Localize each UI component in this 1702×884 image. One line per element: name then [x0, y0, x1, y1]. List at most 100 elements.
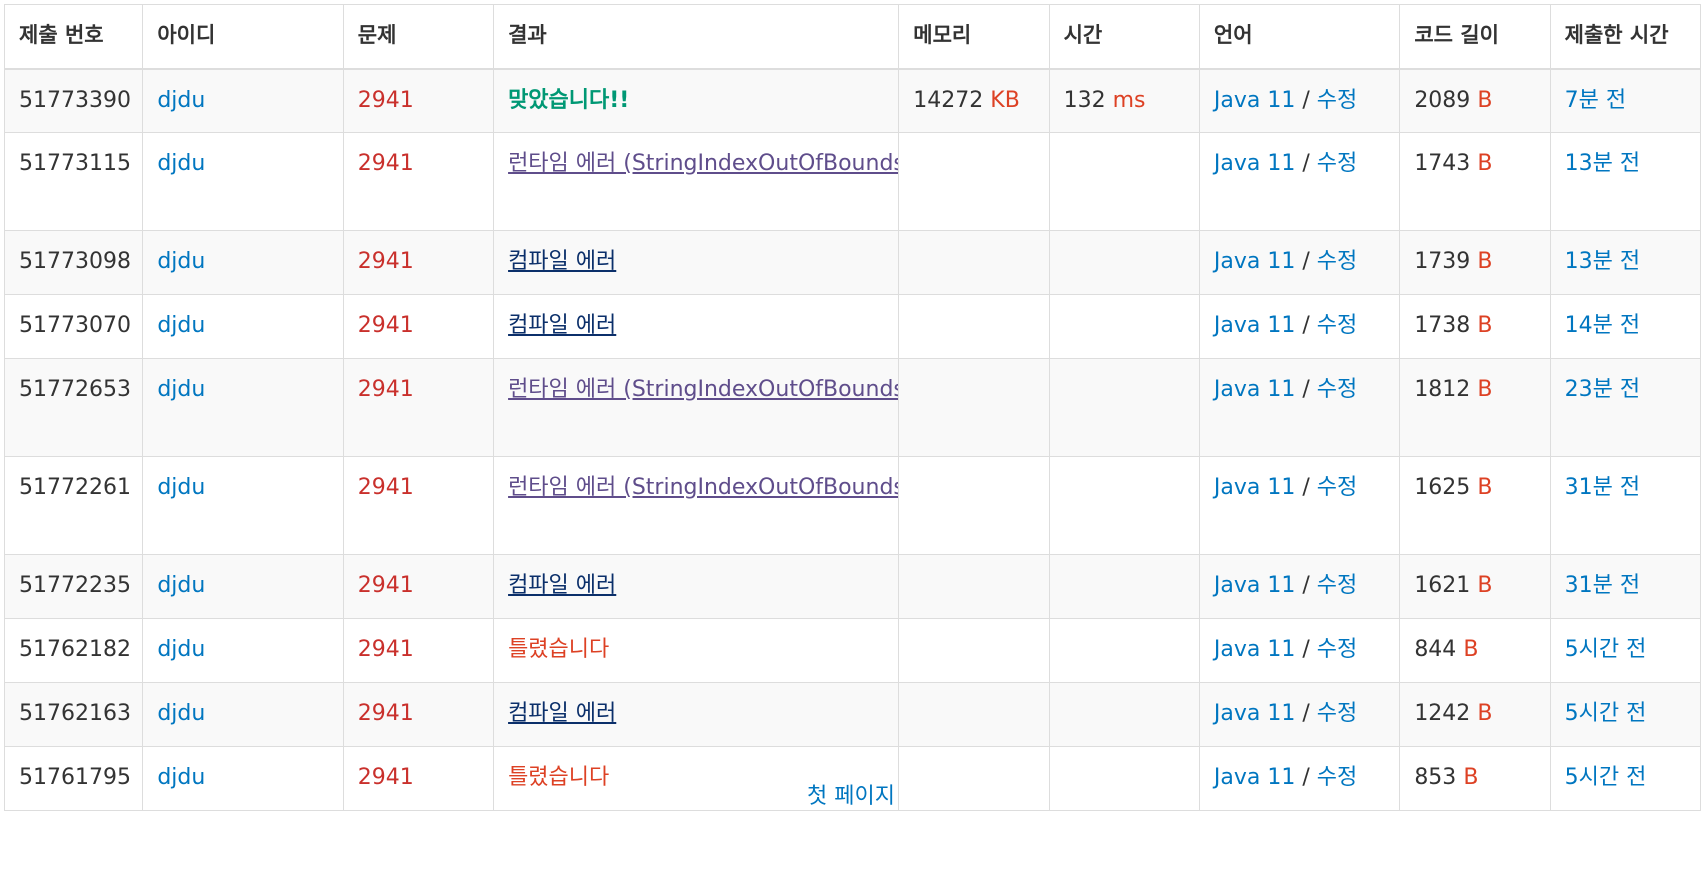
result-text[interactable]: 런타임 에러 (StringIndexOutOfBounds): [508, 151, 898, 176]
language-cell: Java 11 / 수정: [1198, 294, 1401, 359]
problem-cell: 2941: [342, 68, 495, 133]
submitted-time-link[interactable]: 13분 전: [1565, 249, 1640, 274]
result-cell: 런타임 에러 (StringIndexOutOfBounds): [493, 132, 900, 231]
language-cell: Java 11 / 수정: [1198, 456, 1401, 555]
result-text[interactable]: 런타임 에러 (StringIndexOutOfBounds): [508, 377, 898, 402]
problem-cell: 2941: [342, 230, 495, 295]
user-id-cell: djdu: [142, 554, 344, 619]
result-cell: 맞았습니다!!: [493, 68, 900, 133]
memory-unit: KB: [990, 87, 1020, 113]
submission-id-cell: 51773098: [3, 230, 144, 295]
first-page-link[interactable]: 첫 페이지: [807, 784, 895, 809]
language-link[interactable]: Java 11: [1214, 701, 1295, 726]
user-link[interactable]: djdu: [157, 377, 205, 402]
language-separator: /: [1302, 701, 1310, 726]
submission-id: 51772235: [19, 573, 131, 598]
code-length-unit: B: [1477, 151, 1493, 176]
result-text[interactable]: 런타임 에러 (StringIndexOutOfBounds): [508, 475, 898, 500]
language-separator: /: [1302, 151, 1310, 176]
problem-link[interactable]: 2941: [358, 475, 414, 500]
user-id-cell: djdu: [142, 132, 344, 231]
user-link[interactable]: djdu: [157, 573, 205, 598]
submitted-time-link[interactable]: 31분 전: [1565, 573, 1640, 598]
code-length-unit: B: [1477, 249, 1493, 274]
submitted-time-link[interactable]: 7분 전: [1565, 88, 1626, 113]
memory-cell: [898, 294, 1050, 359]
language-separator: /: [1302, 87, 1310, 113]
problem-link[interactable]: 2941: [358, 637, 414, 662]
edit-link[interactable]: 수정: [1317, 573, 1357, 598]
submitted-time-link[interactable]: 13분 전: [1565, 151, 1640, 176]
edit-link[interactable]: 수정: [1317, 377, 1357, 402]
problem-link[interactable]: 2941: [358, 88, 414, 113]
language-link[interactable]: Java 11: [1214, 573, 1295, 598]
language-link[interactable]: Java 11: [1214, 249, 1295, 274]
user-link[interactable]: djdu: [157, 88, 205, 113]
submitted-time-cell: 13분 전: [1549, 230, 1702, 295]
submitted-time-link[interactable]: 31분 전: [1565, 475, 1640, 500]
problem-link[interactable]: 2941: [358, 313, 414, 338]
memory-value: 14272: [913, 87, 984, 113]
submission-id: 51773115: [19, 151, 131, 176]
user-link[interactable]: djdu: [157, 313, 205, 338]
submission-id-cell: 51772653: [3, 358, 144, 457]
language-separator: /: [1302, 313, 1310, 338]
user-link[interactable]: djdu: [157, 475, 205, 500]
time-unit: ms: [1112, 87, 1146, 113]
submitted-time-link[interactable]: 5시간 전: [1565, 637, 1647, 662]
code-length-value: 1743: [1414, 151, 1471, 176]
language-link[interactable]: Java 11: [1214, 637, 1295, 662]
language-link[interactable]: Java 11: [1214, 377, 1295, 402]
edit-link[interactable]: 수정: [1317, 88, 1357, 113]
edit-link[interactable]: 수정: [1317, 151, 1357, 176]
language-link[interactable]: Java 11: [1214, 88, 1295, 113]
problem-link[interactable]: 2941: [358, 573, 414, 598]
submission-table-body: 51773390 djdu 2941 맞았습니다!! 14272 KB 132 ms Jav…: [3, 68, 1702, 811]
problem-link[interactable]: 2941: [358, 249, 414, 274]
header-memory: 메모리: [898, 4, 1050, 70]
result-cell: 컴파일 에러: [493, 554, 900, 619]
language-separator: /: [1302, 475, 1310, 500]
submitted-time-link[interactable]: 23분 전: [1565, 377, 1640, 402]
user-id-cell: djdu: [142, 682, 344, 747]
language-cell: Java 11 / 수정: [1198, 230, 1401, 295]
user-link[interactable]: djdu: [157, 151, 205, 176]
edit-link[interactable]: 수정: [1317, 313, 1357, 338]
edit-link[interactable]: 수정: [1317, 637, 1357, 662]
submission-id: 51762182: [19, 637, 131, 662]
user-link[interactable]: djdu: [157, 637, 205, 662]
problem-link[interactable]: 2941: [358, 701, 414, 726]
language-link[interactable]: Java 11: [1214, 313, 1295, 338]
code-length-unit: B: [1463, 637, 1479, 662]
submitted-time-cell: 5시간 전: [1549, 618, 1702, 683]
result-text[interactable]: 컴파일 에러: [508, 701, 616, 726]
user-id-cell: djdu: [142, 456, 344, 555]
user-link[interactable]: djdu: [157, 701, 205, 726]
code-length-unit: B: [1477, 377, 1493, 402]
submission-table: 제출 번호 아이디 문제 결과 메모리 시간 언어 코드 길이 제출한 시간 5…: [3, 4, 1702, 811]
table-row: 51773070 djdu 2941 컴파일 에러 Java 11 / 수정 1738 …: [3, 294, 1702, 359]
memory-cell: [898, 618, 1050, 683]
result-text[interactable]: 컴파일 에러: [508, 249, 616, 274]
result-text[interactable]: 컴파일 에러: [508, 313, 616, 338]
code-length-cell: 1739 B: [1399, 230, 1551, 295]
language-cell: Java 11 / 수정: [1198, 618, 1401, 683]
submitted-time-link[interactable]: 5시간 전: [1565, 701, 1647, 726]
edit-link[interactable]: 수정: [1317, 701, 1357, 726]
submitted-time-cell: 7분 전: [1549, 68, 1702, 133]
submission-id-cell: 51772235: [3, 554, 144, 619]
problem-cell: 2941: [342, 618, 495, 683]
user-link[interactable]: djdu: [157, 249, 205, 274]
submission-id: 51772653: [19, 377, 131, 402]
submission-id-cell: 51772261: [3, 456, 144, 555]
problem-link[interactable]: 2941: [358, 377, 414, 402]
problem-link[interactable]: 2941: [358, 151, 414, 176]
edit-link[interactable]: 수정: [1317, 249, 1357, 274]
table-row: 51773098 djdu 2941 컴파일 에러 Java 11 / 수정 1739 …: [3, 230, 1702, 295]
result-text[interactable]: 컴파일 에러: [508, 573, 616, 598]
language-link[interactable]: Java 11: [1214, 151, 1295, 176]
edit-link[interactable]: 수정: [1317, 475, 1357, 500]
submitted-time-link[interactable]: 14분 전: [1565, 313, 1640, 338]
language-link[interactable]: Java 11: [1214, 475, 1295, 500]
time-cell: [1048, 682, 1200, 747]
